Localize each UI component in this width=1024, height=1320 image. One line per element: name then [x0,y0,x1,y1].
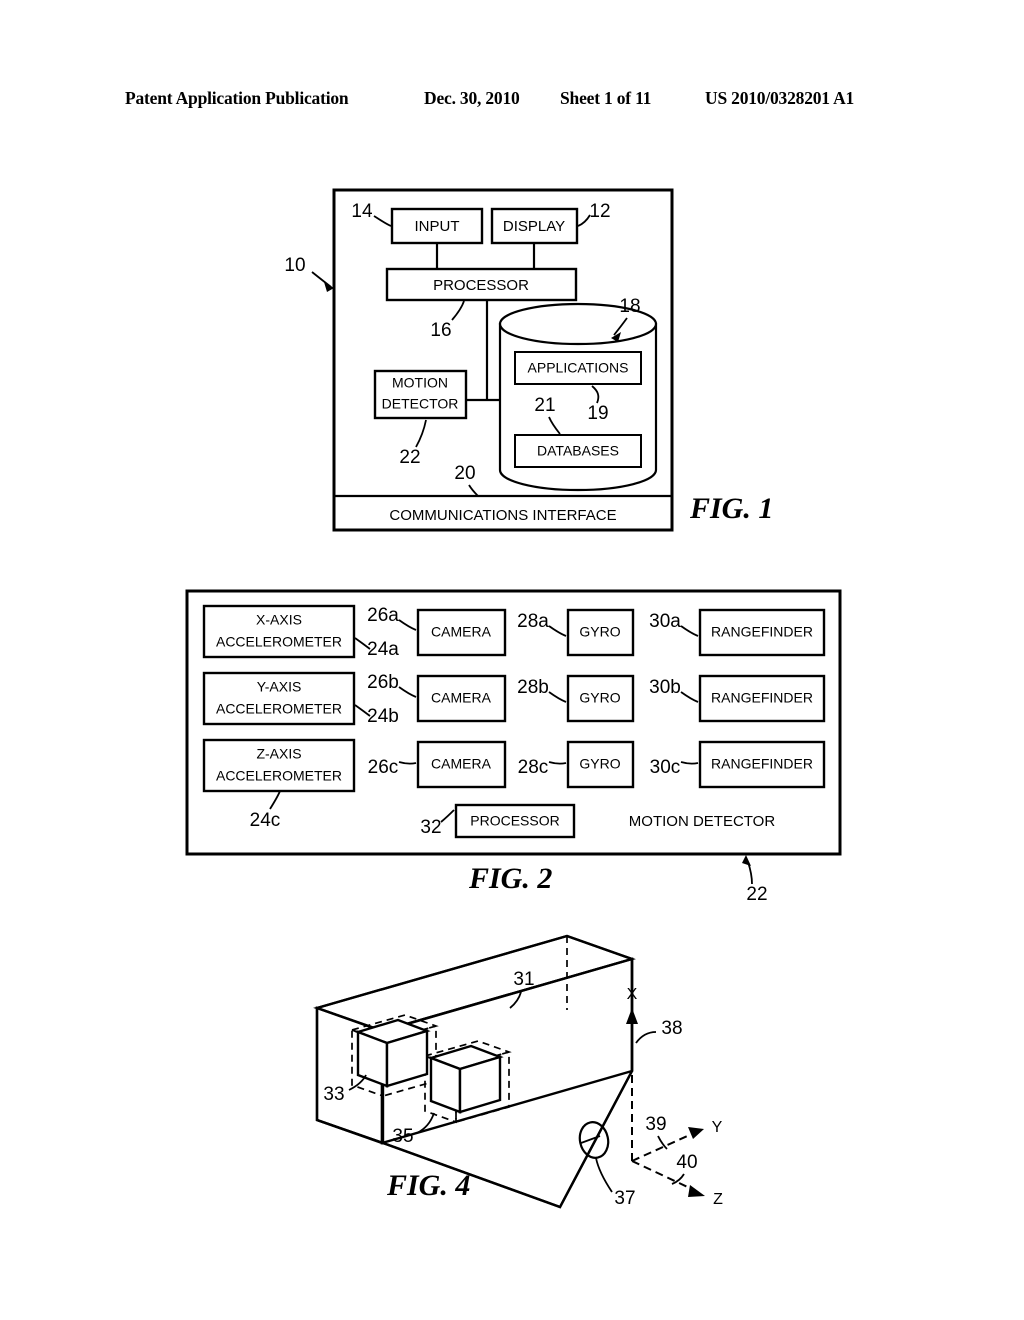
fig1-applications-label: APPLICATIONS [528,360,629,376]
fig2-accelerometer-label-0-line2: ACCELEROMETER [216,634,342,650]
fig2-accelerometer-label-2-line1: Z-AXIS [256,746,301,762]
fig4-y-axis-label: Y [712,1119,723,1136]
patent-drawing-sheet: 10 INPUT 14 DISPLAY 12 PROCESSOR 16 MOTI… [185,188,842,1209]
fig1-applications-ref: 19 [587,403,608,424]
fig1-device-ref: 10 [284,255,305,276]
fig2-camera-lead-1 [398,686,417,698]
fig1-memory-ref: 18 [619,296,640,317]
fig4-cube2-ref: 35 [392,1126,413,1147]
fig1-processor-ref: 16 [430,320,451,341]
fig2-rangefinder-label-0: RANGEFINDER [711,624,813,640]
fig2-block-arrowhead [742,855,751,866]
fig1-motion-detector-label-line1: MOTION [392,375,448,391]
fig2-accelerometer-label-0-line1: X-AXIS [256,612,302,628]
fig2-gyro-lead-2 [548,761,567,765]
fig1-input-lead [373,215,392,227]
fig1-motion-detector-lead [415,419,427,448]
fig2-rangefinder-lead-0 [680,625,699,637]
fig1-databases-label: DATABASES [537,443,619,459]
fig2-camera-label-0: CAMERA [431,624,492,640]
fig2-accelerometer-label-2-line2: ACCELEROMETER [216,768,342,784]
fig1-comms-ref: 20 [454,463,475,484]
fig2-processor-lead [440,809,455,823]
fig1-processor-lead [451,300,465,321]
fig4-aperture-ref: 37 [614,1188,635,1209]
figure-4: 31 33 35 37 X Y Z 38 39 40 FIG. 4 [313,934,723,1209]
fig2-accelerometer-label-1-line2: ACCELEROMETER [216,701,342,717]
fig2-accelerometer-ref-2: 24c [250,810,281,831]
fig4-body-ref: 31 [513,969,534,990]
fig2-camera-ref-2: 26c [368,757,399,778]
fig4-z-axis-arrow [688,1185,705,1197]
fig4-aperture-lead [595,1157,613,1193]
fig2-rangefinder-ref-0: 30a [649,611,681,632]
fig2-camera-ref-1: 26b [367,672,399,693]
fig2-accelerometer-lead-2 [269,790,281,810]
fig2-camera-lead-0 [398,619,417,631]
fig2-camera-label-2: CAMERA [431,756,492,772]
fig2-accelerometer-ref-0: 24a [367,639,399,660]
fig4-x-axis-ref-lead [635,1031,657,1044]
figure-2: X-AXIS ACCELEROMETER 24a CAMERA 26a GYRO… [185,589,842,905]
fig1-processor-label: PROCESSOR [433,277,529,294]
fig1-caption: FIG. 1 [689,492,773,525]
fig1-input-ref: 14 [351,201,373,222]
fig2-block-ref: 22 [746,884,767,905]
fig2-gyro-label-2: GYRO [579,756,620,772]
fig1-comms-lead [468,484,479,497]
fig4-cube35-visible-left [429,1056,462,1114]
fig4-x-axis-ref: 38 [661,1018,682,1039]
fig2-camera-label-1: CAMERA [431,690,492,706]
fig1-display-ref: 12 [589,201,610,222]
fig4-y-axis-ref: 39 [645,1114,666,1135]
fig2-gyro-ref-2: 28c [518,757,549,778]
fig2-rangefinder-ref-1: 30b [649,677,681,698]
fig4-x-axis-label: X [627,986,638,1003]
fig2-camera-ref-0: 26a [367,605,399,626]
fig4-z-axis-ref: 40 [676,1152,697,1173]
fig2-gyro-lead-1 [548,691,567,703]
fig2-rangefinder-ref-2: 30c [650,757,681,778]
fig1-databases-ref: 21 [534,395,555,416]
fig1-motion-detector-ref: 22 [399,447,420,468]
fig2-processor-label: PROCESSOR [470,813,559,829]
fig2-rangefinder-label-2: RANGEFINDER [711,756,813,772]
fig1-display-lead [577,214,591,227]
fig2-rangefinder-lead-2 [680,761,699,765]
fig2-rangefinder-label-1: RANGEFINDER [711,690,813,706]
fig2-gyro-lead-0 [548,625,567,637]
fig2-rangefinder-lead-1 [680,691,699,703]
fig2-accelerometer-label-1-line1: Y-AXIS [257,679,302,695]
fig4-caption: FIG. 4 [386,1169,470,1202]
fig1-input-label: INPUT [415,218,460,235]
fig4-cube33-visible-left [356,1030,389,1088]
fig2-caption: FIG. 2 [468,862,552,895]
fig1-motion-detector-label-line2: DETECTOR [382,396,459,412]
fig4-z-axis-ref-lead [671,1173,685,1185]
fig2-block-title: MOTION DETECTOR [629,813,776,830]
fig2-accelerometer-ref-1: 24b [367,706,399,727]
fig4-cube1-ref: 33 [323,1084,344,1105]
fig2-gyro-ref-1: 28b [517,677,549,698]
fig2-processor-ref: 32 [420,817,441,838]
fig1-comms-label: COMMUNICATIONS INTERFACE [389,507,616,524]
figure-1: 10 INPUT 14 DISPLAY 12 PROCESSOR 16 MOTI… [284,188,773,532]
fig1-display-label: DISPLAY [503,218,565,235]
fig2-gyro-label-0: GYRO [579,624,620,640]
fig2-camera-lead-2 [398,761,417,765]
fig2-gyro-label-1: GYRO [579,690,620,706]
fig2-gyro-ref-0: 28a [517,611,549,632]
fig4-y-axis-arrow [688,1127,704,1139]
fig4-z-axis-label: Z [713,1191,723,1208]
